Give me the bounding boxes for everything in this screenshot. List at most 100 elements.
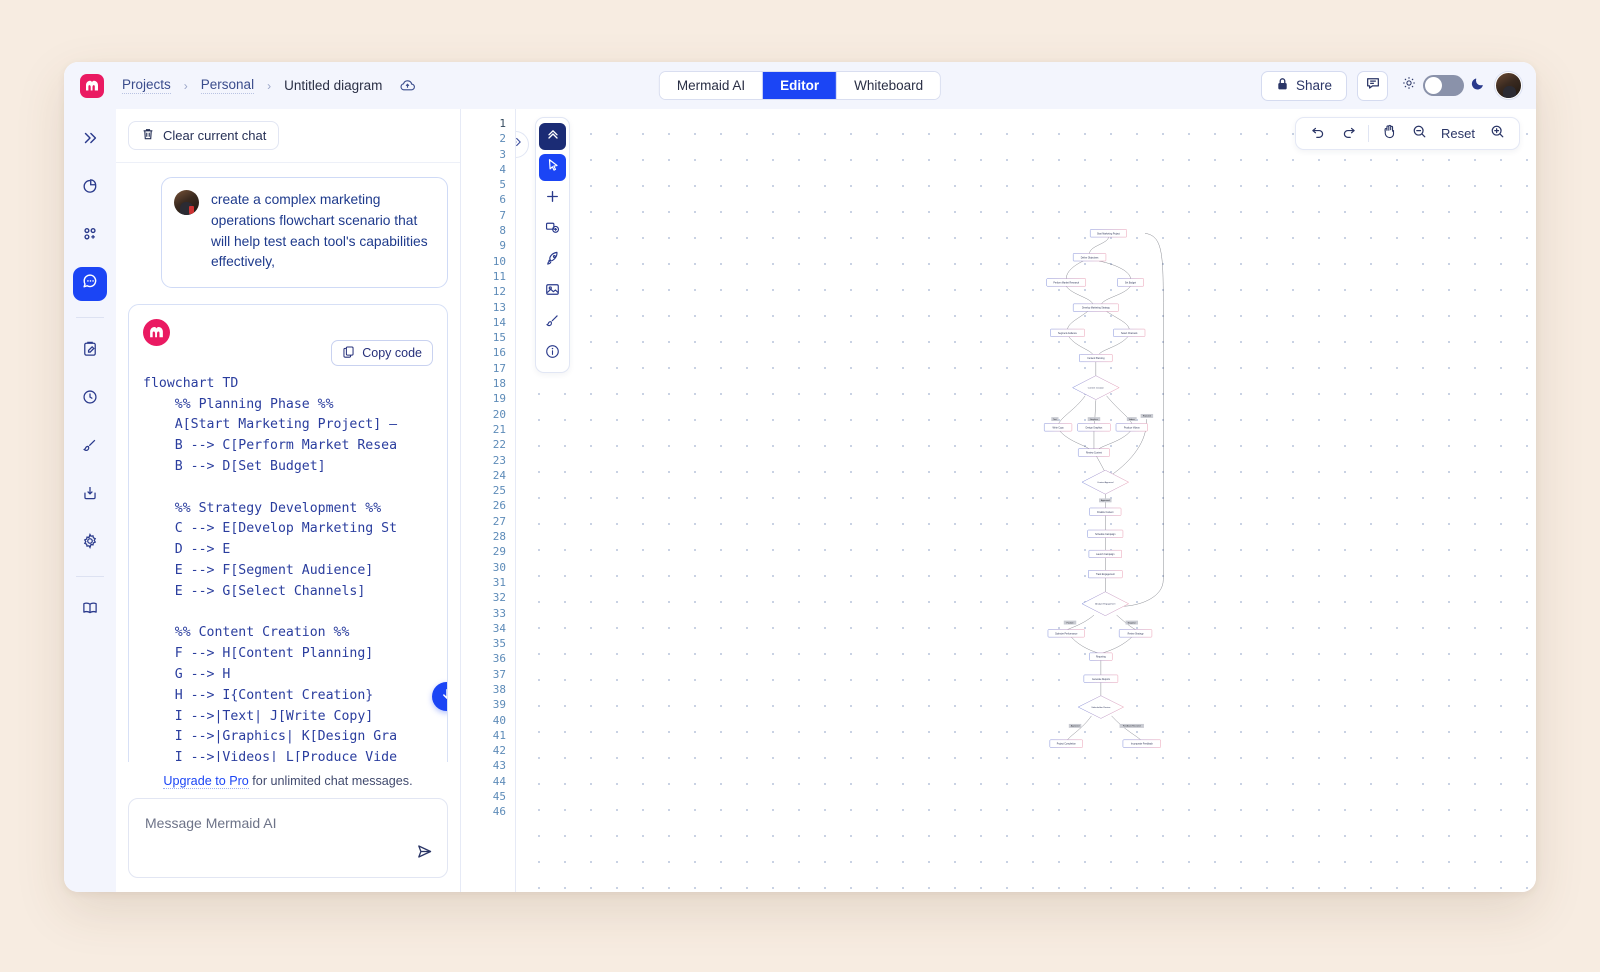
sidebar-item-ai-chat[interactable] <box>73 267 107 301</box>
line-number: 8 <box>499 224 506 238</box>
flow-node[interactable]: Write Copy <box>1043 423 1073 432</box>
flow-edge <box>1059 431 1090 449</box>
flow-node[interactable]: Launch Campaign <box>1088 549 1122 558</box>
sidebar-item-history[interactable] <box>73 382 107 416</box>
sidebar-item-notes[interactable] <box>73 334 107 368</box>
sidebar-item-export[interactable] <box>73 478 107 512</box>
flow-node[interactable]: Generate Reports <box>1083 674 1119 683</box>
zoom-in-button[interactable] <box>1484 121 1510 147</box>
flow-node[interactable]: Produce Videos <box>1115 423 1148 432</box>
flow-decision-node[interactable]: Content Approval <box>1081 469 1130 495</box>
flow-node[interactable]: Design Graphics <box>1077 423 1111 432</box>
flow-node[interactable]: Reporting <box>1089 652 1113 661</box>
flow-node[interactable]: Start Marketing Project <box>1089 229 1127 238</box>
flow-node[interactable]: Perform Market Research <box>1046 278 1086 287</box>
svg-text:Text: Text <box>1053 418 1057 421</box>
user-message-text: create a complex marketing operations fl… <box>211 192 428 270</box>
rocket-tool-button[interactable] <box>539 247 566 274</box>
svg-text:Project Completion: Project Completion <box>1057 743 1077 746</box>
svg-text:Approved: Approved <box>1071 725 1080 728</box>
diagram-canvas[interactable]: Reset Start Marketing Project Define Obje… <box>516 109 1536 892</box>
brush-tool-button[interactable] <box>539 309 566 336</box>
copy-code-label: Copy code <box>362 345 422 360</box>
flow-node[interactable]: Schedule Campaign <box>1087 529 1124 538</box>
breadcrumb-projects[interactable]: Projects <box>122 77 171 94</box>
add-tool-button[interactable] <box>539 185 566 212</box>
chat-messages[interactable]: create a complex marketing operations fl… <box>128 163 448 762</box>
sidebar-item-expand[interactable] <box>73 123 107 157</box>
mermaid-logo-icon[interactable] <box>80 73 104 98</box>
flow-node[interactable]: Content Planning <box>1079 354 1113 363</box>
user-avatar[interactable] <box>1495 72 1522 99</box>
undo-button[interactable] <box>1305 121 1331 147</box>
breadcrumb-document-title[interactable]: Untitled diagram <box>284 78 382 94</box>
upgrade-to-pro-link[interactable]: Upgrade to Pro <box>163 773 249 789</box>
flow-node[interactable]: Track Engagement <box>1088 570 1123 579</box>
tab-mermaid-ai[interactable]: Mermaid AI <box>659 72 764 99</box>
flow-node[interactable]: Define Objectives <box>1072 253 1107 262</box>
flow-node[interactable]: Finalize Content <box>1089 507 1122 516</box>
tab-editor[interactable]: Editor <box>763 72 838 99</box>
send-message-button[interactable] <box>415 842 434 866</box>
line-number: 21 <box>492 422 506 436</box>
clear-chat-label: Clear current chat <box>163 128 267 144</box>
flow-node[interactable]: Select Channels <box>1113 328 1146 337</box>
line-number: 33 <box>492 606 506 620</box>
comment-button[interactable] <box>1357 70 1388 101</box>
flow-node[interactable]: Project Completion <box>1049 739 1083 748</box>
message-composer[interactable]: Message Mermaid AI <box>128 797 448 878</box>
sidebar-item-theme[interactable] <box>73 430 107 464</box>
sidebar-item-diagrams[interactable] <box>73 171 107 205</box>
sidebar-item-add-shapes[interactable] <box>73 219 107 253</box>
line-number: 2 <box>499 132 506 146</box>
plus-icon <box>544 188 561 210</box>
line-number: 32 <box>492 591 506 605</box>
tab-whiteboard[interactable]: Whiteboard <box>837 72 941 99</box>
svg-text:Finalize Content: Finalize Content <box>1097 511 1114 514</box>
flow-node[interactable]: Develop Marketing Strategy <box>1072 303 1119 312</box>
line-number: 45 <box>492 790 506 804</box>
info-tool-button[interactable] <box>539 340 566 367</box>
flow-node[interactable]: Optimize Performance <box>1047 629 1085 638</box>
sidebar-item-settings[interactable] <box>73 526 107 560</box>
sidebar-item-docs[interactable] <box>73 593 107 627</box>
line-number: 46 <box>492 805 506 819</box>
redo-button[interactable] <box>1335 121 1361 147</box>
flow-node[interactable]: Incorporate Feedback <box>1122 739 1161 748</box>
flow-decision-node[interactable]: Stakeholder Review <box>1077 695 1125 719</box>
share-button[interactable]: Share <box>1260 70 1347 101</box>
flow-edge-label: Approved <box>1099 498 1112 503</box>
flow-node[interactable]: Segment Audience <box>1050 328 1085 337</box>
add-frame-tool-button[interactable] <box>539 216 566 243</box>
reset-zoom-button[interactable]: Reset <box>1436 126 1480 141</box>
svg-text:Incorporate Feedback: Incorporate Feedback <box>1131 743 1154 746</box>
collapse-toolbar-button[interactable] <box>539 123 566 150</box>
left-icon-rail <box>64 109 116 892</box>
flow-node[interactable]: Set Budget <box>1117 278 1144 287</box>
chat-panel: Clear current chat create a complex mark… <box>116 109 461 892</box>
select-tool-button[interactable] <box>539 154 566 181</box>
line-number: 16 <box>492 346 506 360</box>
copy-code-button[interactable]: Copy code <box>331 339 433 366</box>
line-number: 1 <box>499 117 506 130</box>
svg-text:Develop Marketing Strategy: Develop Marketing Strategy <box>1082 307 1111 310</box>
clipboard-edit-icon <box>81 340 99 363</box>
svg-text:Schedule Campaign: Schedule Campaign <box>1095 534 1116 536</box>
flow-node[interactable]: Review Content <box>1077 448 1110 457</box>
flow-decision-node[interactable]: Analyze Engagement <box>1081 591 1130 616</box>
line-number: 44 <box>492 774 506 788</box>
code-block[interactable]: flowchart TD %% Planning Phase %% A[Star… <box>129 366 447 762</box>
pan-button[interactable] <box>1376 121 1402 147</box>
svg-text:Design Graphics: Design Graphics <box>1086 426 1104 429</box>
clear-current-chat-button[interactable]: Clear current chat <box>128 121 280 151</box>
dark-mode-toggle[interactable] <box>1423 75 1464 96</box>
line-number: 26 <box>492 499 506 513</box>
breadcrumb-personal[interactable]: Personal <box>200 77 255 94</box>
flow-decision-node[interactable]: Content Creation <box>1072 375 1120 400</box>
line-number: 35 <box>492 637 506 651</box>
code-editor-gutter[interactable]: 1 2 3 4 5 6 7 8 9 10 11 12 13 14 15 16 17 18 19 20 21 22 23 24 2… <box>461 109 516 892</box>
flow-node[interactable]: Revise Strategy <box>1118 629 1153 638</box>
flowchart-diagram[interactable]: Start Marketing Project Define Objectives… <box>516 109 1536 892</box>
image-tool-button[interactable] <box>539 278 566 305</box>
zoom-out-button[interactable] <box>1406 121 1432 147</box>
